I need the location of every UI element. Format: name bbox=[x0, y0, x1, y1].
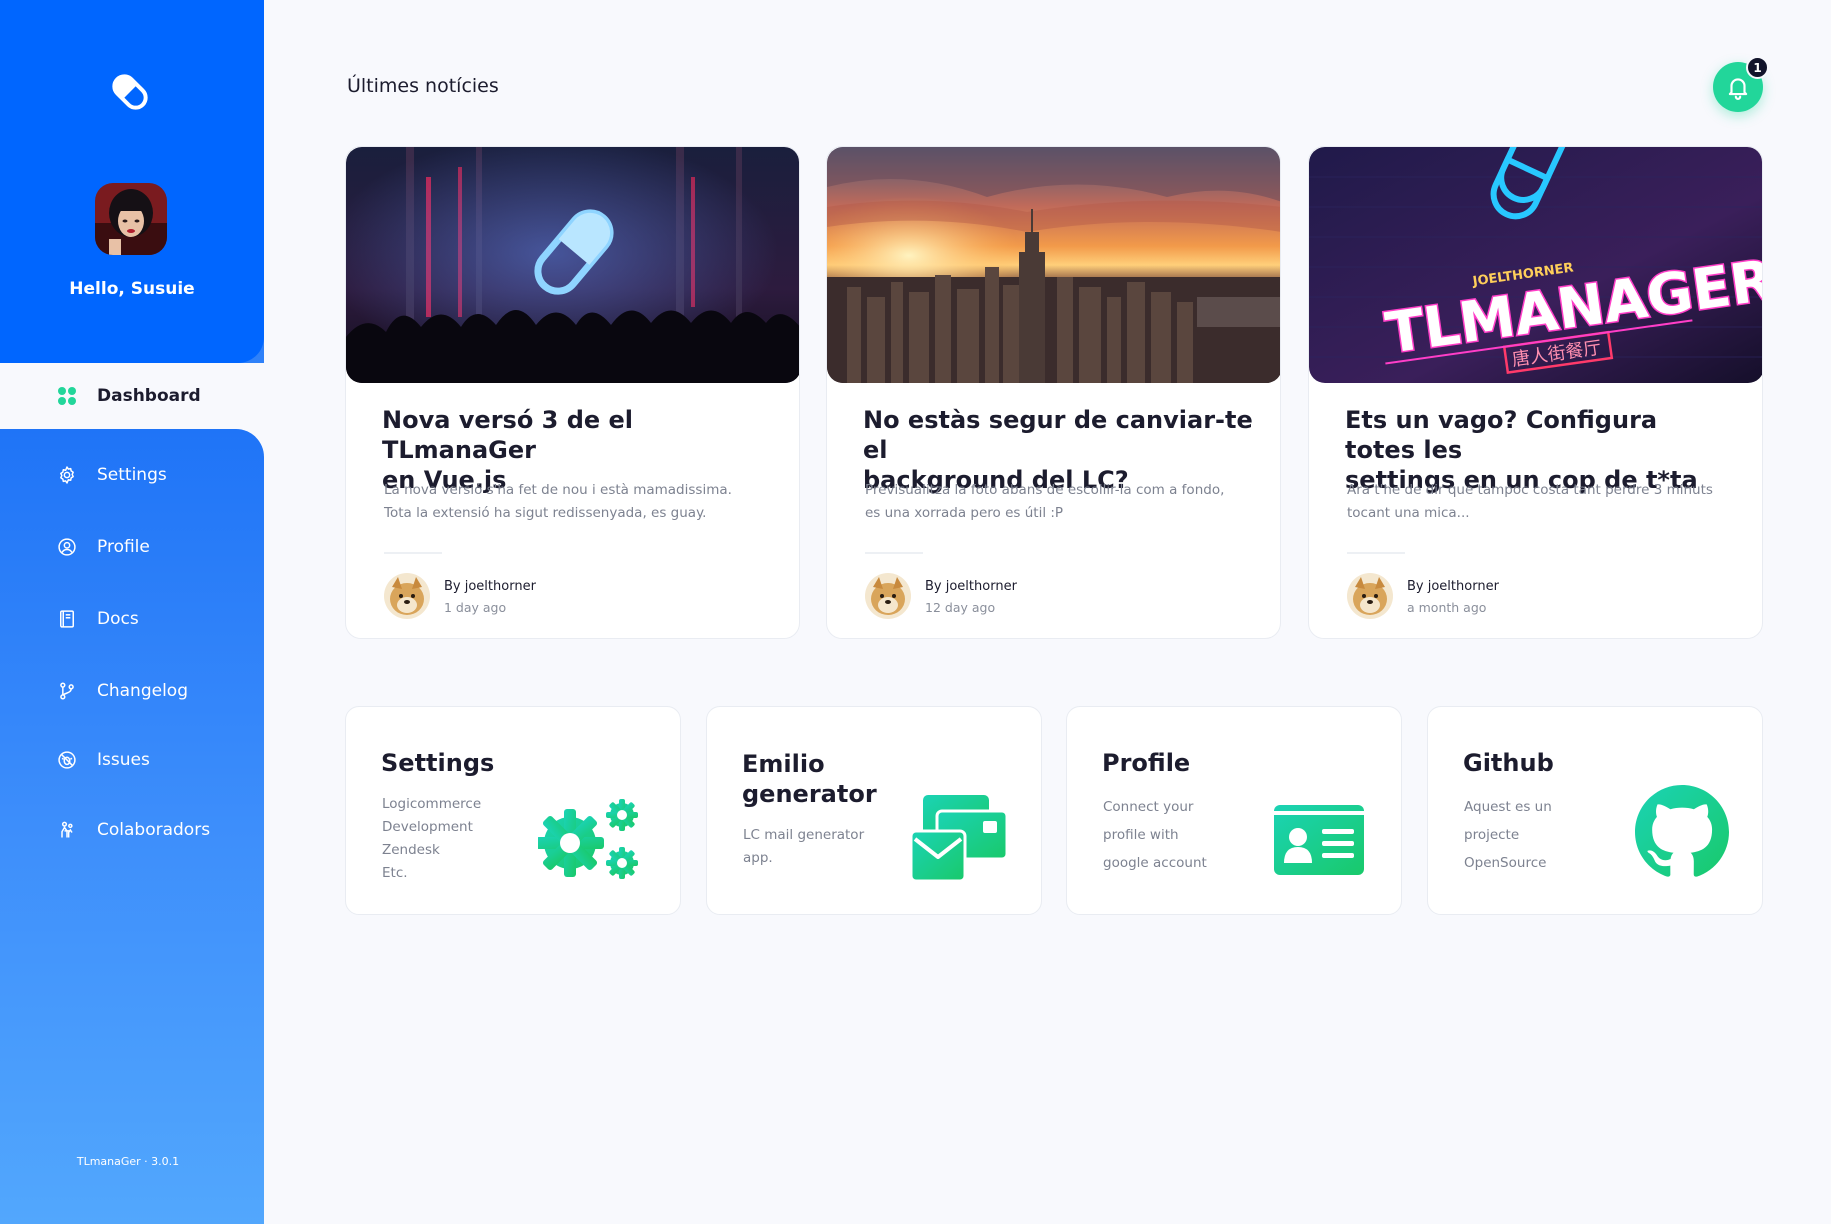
news-description-line: Previsualitza la foto abans de escollir-… bbox=[865, 482, 1225, 498]
sidebar-item-colaboradors[interactable]: Colaboradors bbox=[57, 817, 210, 843]
post-time: a month ago bbox=[1407, 600, 1487, 615]
tool-description-line: Etc. bbox=[382, 865, 408, 881]
news-title-line: No estàs segur de canviar-te el bbox=[863, 406, 1253, 464]
sidebar-item-changelog[interactable]: Changelog bbox=[57, 678, 188, 704]
news-card[interactable]: No estàs segur de canviar-te el backgrou… bbox=[826, 146, 1281, 639]
tool-description: Aquest es un projecte OpenSource bbox=[1464, 793, 1552, 877]
id-card-icon bbox=[1274, 805, 1364, 879]
sidebar-item-label: Settings bbox=[97, 465, 167, 485]
gear-icon bbox=[60, 466, 74, 484]
tool-description-line: LC mail generator bbox=[743, 827, 865, 843]
book-icon bbox=[60, 610, 74, 628]
sidebar-profile-panel: Hello, Susuie bbox=[0, 0, 264, 363]
news-title-line: Ets un vago? Configura totes les bbox=[1345, 406, 1658, 464]
tool-description-line: profile with bbox=[1103, 827, 1179, 843]
author-name: By joelthorner bbox=[925, 579, 1017, 594]
sidebar: Hello, Susuie Dashboard Settings Profile bbox=[0, 0, 264, 1224]
sidebar-item-label: Docs bbox=[97, 609, 139, 629]
tool-description-line: Development bbox=[382, 819, 473, 835]
tool-card-settings[interactable]: Settings Logicommerce Development Zendes… bbox=[345, 706, 681, 915]
news-description: Ara t'he de dir que tampoc costa tant pe… bbox=[1347, 479, 1737, 525]
tool-description-line: app. bbox=[743, 850, 773, 866]
sidebar-item-issues[interactable]: Issues bbox=[57, 747, 150, 773]
sidebar-item-dashboard[interactable]: Dashboard bbox=[0, 363, 264, 429]
greeting-text: Hello, Susuie bbox=[69, 279, 195, 299]
avatar[interactable] bbox=[95, 183, 167, 255]
notification-count-badge: 1 bbox=[1746, 56, 1769, 79]
sidebar-item-label: Issues bbox=[97, 750, 150, 770]
news-description: Previsualitza la foto abans de escollir-… bbox=[865, 479, 1255, 525]
tool-description-line: Aquest es un bbox=[1464, 799, 1552, 815]
tool-description-line: Logicommerce bbox=[382, 796, 482, 812]
news-description-line: La nova versió s'ha fet de nou i està ma… bbox=[384, 482, 732, 498]
gears-icon bbox=[536, 797, 642, 885]
author-avatar bbox=[384, 573, 430, 619]
tool-title: Github bbox=[1463, 749, 1554, 777]
news-image bbox=[346, 147, 799, 383]
tool-title-line: Emilio bbox=[742, 750, 825, 778]
divider bbox=[1347, 552, 1405, 554]
news-image: JOELTHORNER TLMANAGER 唐人街餐厅 bbox=[1309, 147, 1762, 383]
bug-icon bbox=[58, 751, 76, 769]
sidebar-item-settings[interactable]: Settings bbox=[57, 462, 167, 488]
author-avatar bbox=[865, 573, 911, 619]
tool-description-line: google account bbox=[1103, 855, 1207, 871]
user-circle-icon bbox=[58, 538, 76, 556]
divider bbox=[384, 552, 442, 554]
tool-description: Logicommerce Development Zendesk Etc. bbox=[382, 793, 481, 885]
news-description-line: Ara t'he de dir que tampoc costa tant pe… bbox=[1347, 482, 1713, 498]
news-card[interactable]: JOELTHORNER TLMANAGER 唐人街餐厅 Ets un vago?… bbox=[1308, 146, 1763, 639]
tool-card-emilio-generator[interactable]: Emilio generator LC mail generator app. bbox=[706, 706, 1042, 915]
tool-title: Profile bbox=[1102, 749, 1191, 777]
sidebar-item-docs[interactable]: Docs bbox=[57, 606, 139, 632]
tool-title: Emilio generator bbox=[742, 749, 877, 809]
news-description-line: Tota la extensió ha sigut redissenyada, … bbox=[384, 505, 707, 521]
tool-description-line: Connect your bbox=[1103, 799, 1194, 815]
sidebar-item-label: Profile bbox=[97, 537, 150, 557]
news-image bbox=[827, 147, 1280, 383]
news-description-line: tocant una mica... bbox=[1347, 505, 1470, 521]
post-time: 1 day ago bbox=[444, 600, 507, 615]
tool-description-line: projecte bbox=[1464, 827, 1520, 843]
author-avatar bbox=[1347, 573, 1393, 619]
tool-description-line: OpenSource bbox=[1464, 855, 1547, 871]
divider bbox=[865, 552, 923, 554]
github-icon bbox=[1635, 785, 1729, 883]
post-time: 12 day ago bbox=[925, 600, 996, 615]
mail-stack-icon bbox=[909, 795, 1009, 885]
collaborators-icon bbox=[61, 821, 73, 838]
author-name: By joelthorner bbox=[444, 579, 536, 594]
tool-title-line: generator bbox=[742, 780, 877, 808]
tool-description-line: Zendesk bbox=[382, 842, 440, 858]
tool-title: Settings bbox=[381, 749, 495, 777]
pill-logo-icon[interactable] bbox=[106, 68, 154, 116]
author-name: By joelthorner bbox=[1407, 579, 1499, 594]
news-description: La nova versió s'ha fet de nou i està ma… bbox=[384, 479, 774, 525]
page-title: Últimes notícies bbox=[347, 75, 499, 97]
tool-description: LC mail generator app. bbox=[743, 824, 864, 870]
tool-card-github[interactable]: Github Aquest es un projecte OpenSource bbox=[1427, 706, 1763, 915]
news-description-line: es una xorrada pero es útil :P bbox=[865, 505, 1064, 521]
bell-icon bbox=[1728, 78, 1748, 100]
sidebar-item-label: Changelog bbox=[97, 681, 189, 701]
tool-description: Connect your profile with google account bbox=[1103, 793, 1207, 877]
app-version: TLmanaGer · 3.0.1 bbox=[76, 1155, 180, 1168]
sidebar-item-label: Dashboard bbox=[97, 386, 201, 406]
news-title-line: Nova versó 3 de el TLmanaGer bbox=[382, 406, 634, 464]
sidebar-item-label: Colaboradors bbox=[97, 820, 211, 840]
git-branch-icon bbox=[60, 682, 74, 700]
dashboard-icon bbox=[58, 387, 76, 405]
sidebar-item-profile[interactable]: Profile bbox=[57, 534, 150, 560]
tool-card-profile[interactable]: Profile Connect your profile with google… bbox=[1066, 706, 1402, 915]
news-card[interactable]: Nova versó 3 de el TLmanaGer en Vue.js L… bbox=[345, 146, 800, 639]
